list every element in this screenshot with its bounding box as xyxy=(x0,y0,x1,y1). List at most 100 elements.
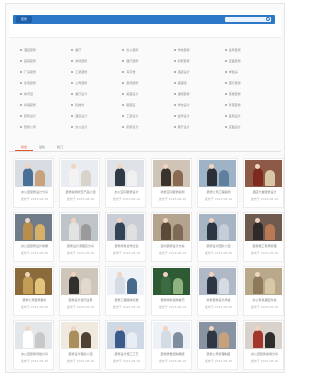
article-title[interactable]: 办公室装修设计效果 xyxy=(17,244,52,248)
article-card[interactable]: 办公室装修设计效果 发布于 2015-08-16 xyxy=(13,212,54,262)
category-link[interactable]: 展厅设计 xyxy=(173,125,225,129)
tab-1[interactable]: 最新 xyxy=(33,144,51,151)
category-link[interactable]: 卖场装修 xyxy=(122,81,173,85)
article-card[interactable]: 办公家具搭配方案 发布于 2015-08-16 xyxy=(243,266,284,316)
category-link[interactable]: 厂房装修 xyxy=(20,70,71,74)
article-thumbnail[interactable] xyxy=(107,268,144,295)
article-thumbnail[interactable] xyxy=(61,160,98,187)
article-title[interactable]: 装修公司管理制度 xyxy=(201,352,236,356)
article-thumbnail[interactable] xyxy=(61,268,98,295)
article-thumbnail[interactable] xyxy=(107,322,144,349)
article-thumbnail[interactable] xyxy=(153,322,190,349)
category-link[interactable]: 别墅装修 xyxy=(173,59,225,63)
article-thumbnail[interactable] xyxy=(245,322,282,349)
category-link[interactable]: 餐厅 xyxy=(71,48,122,52)
category-link[interactable]: 样板房 xyxy=(224,70,276,74)
article-thumbnail[interactable] xyxy=(199,160,236,187)
article-title[interactable]: 办公室装修设计分享 xyxy=(17,190,52,194)
article-title[interactable]: 装修设计流程及分享 xyxy=(63,244,98,248)
category-link[interactable]: 办公装修 xyxy=(122,48,173,52)
category-link[interactable]: 展厅装修 xyxy=(122,59,173,63)
article-title[interactable]: 装修公司工程案例 xyxy=(201,190,236,194)
category-link[interactable]: 店面装修 xyxy=(224,59,276,63)
article-thumbnail[interactable] xyxy=(153,268,190,295)
category-link[interactable]: 酒店设计 xyxy=(173,70,225,74)
category-link[interactable]: 影院装修 xyxy=(224,103,276,107)
article-title[interactable]: 装修商务合作洽谈 xyxy=(109,244,144,248)
article-card[interactable]: 装修公司工程案例 发布于 2015-08-16 xyxy=(197,158,238,208)
article-card[interactable]: 装修设计施工工艺 发布于 2015-08-16 xyxy=(105,320,146,370)
article-title[interactable]: 装修材料选购技巧 xyxy=(155,298,190,302)
article-title[interactable]: 装修质量控制措施 xyxy=(155,352,190,356)
category-link[interactable]: 酒店设计 xyxy=(71,114,122,118)
article-title[interactable]: 装修设计理念介绍 xyxy=(63,352,98,356)
article-title[interactable]: 室内装修设计方案 xyxy=(155,244,190,248)
category-link[interactable]: 写字楼 xyxy=(122,70,173,74)
category-link[interactable]: 服装店 xyxy=(122,103,173,107)
article-card[interactable]: 装修设计理念介绍 发布于 2015-08-16 xyxy=(59,320,100,370)
article-title[interactable]: 装修施工现场管理 xyxy=(247,244,282,248)
article-title[interactable]: 装修设计施工工艺 xyxy=(109,352,144,356)
category-link[interactable]: 学校装修 xyxy=(173,48,225,52)
category-link[interactable]: 办公设计 xyxy=(71,125,122,129)
article-title[interactable]: 办公家具搭配方案 xyxy=(247,298,282,302)
category-link[interactable]: 餐厅设计 xyxy=(71,92,122,96)
category-link[interactable]: 公司装修 xyxy=(71,81,122,85)
article-thumbnail[interactable] xyxy=(15,160,52,187)
category-link[interactable]: 售楼处 xyxy=(71,103,122,107)
category-link[interactable]: 住宅装修 xyxy=(20,81,71,85)
category-link[interactable]: 会所装修 xyxy=(224,48,276,52)
category-link[interactable]: 酒店装修 xyxy=(20,48,71,52)
article-thumbnail[interactable] xyxy=(199,214,236,241)
category-link[interactable]: 银行装修 xyxy=(224,81,276,85)
nav-tag[interactable]: 装修 xyxy=(16,16,33,23)
article-card[interactable]: 装修公司装修报价 发布于 2015-08-16 xyxy=(13,266,54,316)
category-link[interactable]: 美容设计 xyxy=(122,92,173,96)
article-title[interactable]: 商务空间装修案例 xyxy=(155,190,190,194)
article-card[interactable]: 装修施工现场管理 发布于 2015-08-16 xyxy=(243,212,284,262)
article-title[interactable]: 装修设计合同注意 xyxy=(63,298,98,302)
category-link[interactable]: 别墅设计 xyxy=(122,125,173,129)
article-card[interactable]: 装修材料选购技巧 发布于 2015-08-16 xyxy=(151,266,192,316)
category-link[interactable]: 体育馆 xyxy=(20,92,71,96)
article-title[interactable]: 办公室装修风格分享 xyxy=(17,352,52,356)
article-card[interactable]: 装修设计团队介绍 发布于 2015-08-16 xyxy=(197,212,238,262)
article-card[interactable]: 酒店大堂装修设计 发布于 2015-08-16 xyxy=(243,158,284,208)
category-link[interactable]: 酒吧装修 xyxy=(173,92,225,96)
article-card[interactable]: 商务空间装修案例 发布于 2015-08-16 xyxy=(151,158,192,208)
article-thumbnail[interactable] xyxy=(107,160,144,187)
article-title[interactable]: 装修工程验收标准 xyxy=(109,298,144,302)
article-card[interactable]: 室内装修设计方案 发布于 2015-08-16 xyxy=(151,212,192,262)
article-title[interactable]: 办公室装修案例分享 xyxy=(247,352,282,356)
article-card[interactable]: 办公室装修风格分享 发布于 2015-08-16 xyxy=(13,320,54,370)
article-card[interactable]: 办公室装修案例分享 发布于 2015-08-16 xyxy=(243,320,284,370)
article-title[interactable]: 商务装修设计风格 xyxy=(201,298,236,302)
article-thumbnail[interactable] xyxy=(199,268,236,295)
article-thumbnail[interactable] xyxy=(245,268,282,295)
category-link[interactable]: 工装设计 xyxy=(122,114,173,118)
category-link[interactable]: 医院装修 xyxy=(20,59,71,63)
article-card[interactable]: 装修质量控制措施 发布于 2015-08-16 xyxy=(151,320,192,370)
article-thumbnail[interactable] xyxy=(61,322,98,349)
article-card[interactable]: 装修设计合同注意 发布于 2015-08-16 xyxy=(59,266,100,316)
search-input[interactable] xyxy=(225,17,271,22)
article-thumbnail[interactable] xyxy=(199,322,236,349)
category-link[interactable]: 装修公司 xyxy=(20,125,71,129)
category-link[interactable]: 工装装修 xyxy=(71,70,122,74)
article-thumbnail[interactable] xyxy=(153,160,190,187)
article-card[interactable]: 办公室装修设计分享 发布于 2015-08-16 xyxy=(13,158,54,208)
article-thumbnail[interactable] xyxy=(15,214,52,241)
article-card[interactable]: 装修设计流程及分享 发布于 2015-08-16 xyxy=(59,212,100,262)
article-title[interactable]: 装修设计团队介绍 xyxy=(201,244,236,248)
article-title[interactable]: 装修公司装修报价 xyxy=(17,298,52,302)
article-thumbnail[interactable] xyxy=(15,268,52,295)
article-thumbnail[interactable] xyxy=(245,214,282,241)
tab-0[interactable]: 综合 xyxy=(15,144,34,151)
article-thumbnail[interactable] xyxy=(61,214,98,241)
category-link[interactable]: 茶楼装修 xyxy=(224,92,276,96)
category-link[interactable]: 医院设计 xyxy=(224,114,276,118)
category-link[interactable]: 美容院 xyxy=(173,81,225,85)
article-title[interactable]: 办公空间装修设计 xyxy=(109,190,144,194)
article-card[interactable]: 办公空间装修设计 发布于 2015-08-16 xyxy=(105,158,146,208)
category-link[interactable]: 装修设计 xyxy=(20,114,71,118)
